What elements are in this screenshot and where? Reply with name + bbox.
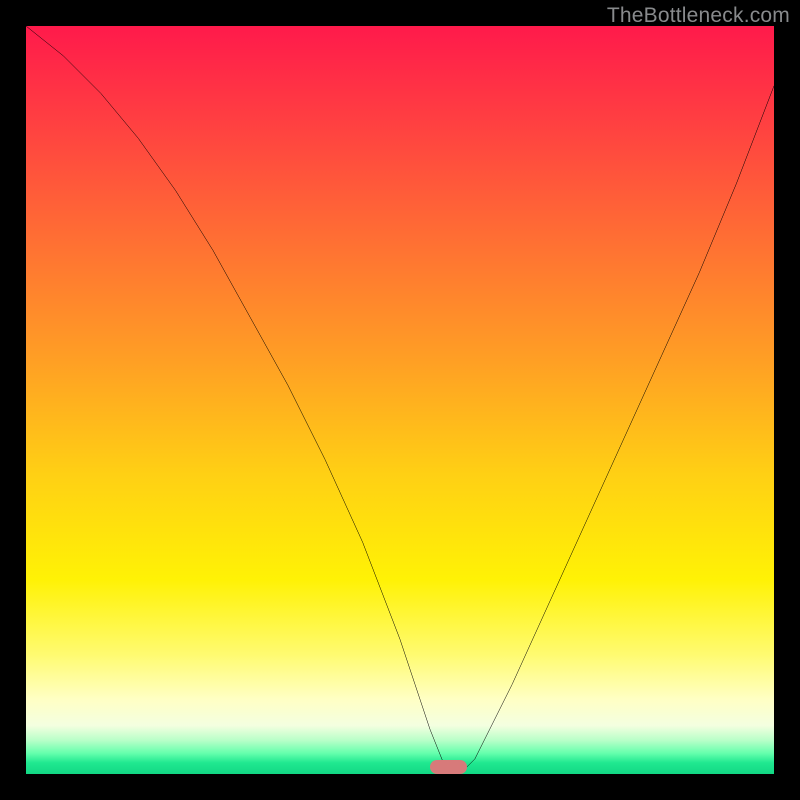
watermark-text: TheBottleneck.com — [607, 4, 790, 28]
bottleneck-curve — [26, 26, 774, 774]
plot-area — [26, 26, 774, 774]
optimal-marker — [430, 760, 467, 774]
chart-stage: TheBottleneck.com — [0, 0, 800, 800]
